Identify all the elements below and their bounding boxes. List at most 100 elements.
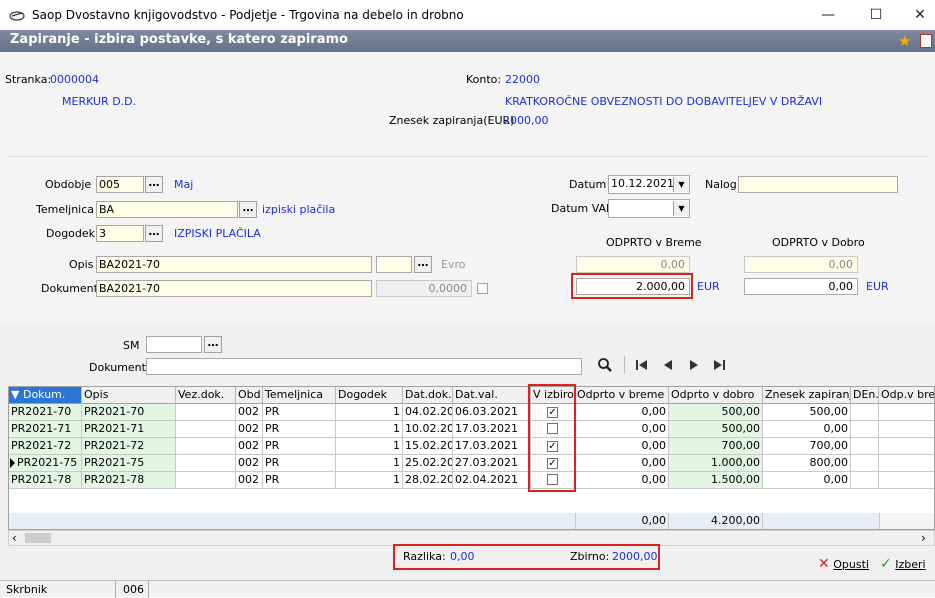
col-header-opis[interactable]: Opis [82,387,176,404]
cell-odpbre [879,455,934,472]
col-header-obd[interactable]: Obd. [236,387,263,404]
window-title: Saop Dvostavno knjigovodstvo - Podjetje … [32,8,464,22]
dobro-val-input[interactable]: 0,00 [744,256,858,273]
cell-vezdok [176,472,236,489]
col-header-odprto-breme[interactable]: Odprto v breme [575,387,669,404]
col-header-odprto-dobro[interactable]: Odprto v dobro [669,387,763,404]
cell-dokum: PR2021-75 [9,455,82,472]
dokument-input[interactable]: BA2021-70 [96,280,372,297]
title-bar: Saop Dvostavno knjigovodstvo - Podjetje … [0,0,935,30]
search-icon[interactable] [597,357,613,376]
cell-odprto-dobro: 1.000,00 [669,455,763,472]
opis-input[interactable]: BA2021-70 [96,256,372,273]
cell-odpbre [879,472,934,489]
dobro-header: ODPRTO v Dobro [772,236,865,249]
znesek-value: 2000,00 [503,114,549,127]
maximize-button[interactable]: ☐ [856,4,896,26]
cell-odprto-dobro: 700,00 [669,438,763,455]
opusti-button[interactable]: ✕ Opusti [818,556,869,574]
scroll-left-icon[interactable]: ‹ [12,531,17,545]
col-header-temeljnica[interactable]: Temeljnica [263,387,336,404]
sm-lookup-button[interactable]: … [204,336,222,353]
breme-eur-input[interactable]: 2.000,00 [576,278,690,295]
items-grid: ▼ Dokum. Opis Vez.dok. Obd. Temeljnica D… [8,386,935,530]
datum-val-input[interactable]: ▼ [608,199,690,218]
cell-odpbre [879,421,934,438]
star-icon[interactable]: ★ [898,32,911,50]
prev-record-icon[interactable] [664,360,672,373]
konto-label: Konto: [466,73,502,86]
datum-val-label: Datum VAL [551,202,613,215]
cell-obd: 002 [236,421,263,438]
eur-label-2: EUR [866,280,889,293]
col-header-odpbre[interactable]: Odp.v bre [879,387,934,404]
cell-dokum: PR2021-78 [9,472,82,489]
rate-input[interactable]: 0,0000 [376,280,472,297]
cell-znesek: 0,00 [763,421,851,438]
datum-val-dropdown-icon[interactable]: ▼ [673,201,689,216]
cell-den [851,421,879,438]
cell-datval: 02.04.2021 [453,472,531,489]
first-record-icon[interactable] [636,360,648,373]
cell-odprto-dobro: 500,00 [669,404,763,421]
breme-val-input[interactable]: 0,00 [576,256,690,273]
konto-code: 22000 [505,73,540,86]
dogodek-input[interactable]: 3 [96,225,144,242]
dogodek-lookup-button[interactable]: … [145,225,163,242]
col-header-datdok[interactable]: Dat.dok. [403,387,453,404]
izberi-button[interactable]: ✓ Izberi [880,556,926,574]
dialog-header: Zapiranje - izbira postavke, s katero za… [0,30,935,52]
datum-input[interactable]: 10.12.2021 ▼ [608,175,690,194]
cell-znesek: 700,00 [763,438,851,455]
datum-dropdown-icon[interactable]: ▼ [673,177,689,192]
currency-name: Evro [441,258,466,271]
cell-obd: 002 [236,404,263,421]
scroll-thumb[interactable] [25,533,51,543]
status-separator-2 [148,581,149,598]
currency-lookup-button[interactable]: … [414,256,432,273]
last-record-icon[interactable] [713,360,725,373]
temeljnica-lookup-button[interactable]: … [239,201,257,218]
status-separator-1 [115,581,116,598]
col-header-vezdok[interactable]: Vez.dok. [176,387,236,404]
next-record-icon[interactable] [690,360,698,373]
col-header-den[interactable]: DEn. [851,387,879,404]
cell-den [851,404,879,421]
dialog-title: Zapiranje - izbira postavke, s katero za… [10,32,348,47]
dogodek-label: Dogodek [46,227,96,240]
cell-dokum: PR2021-71 [9,421,82,438]
cell-dokum: PR2021-70 [9,404,82,421]
export-icon[interactable] [920,34,932,48]
obdobje-input[interactable]: 005 [96,176,144,193]
nalog-input[interactable] [738,176,898,193]
filter-dokument-input[interactable] [146,358,582,375]
totals-row [9,513,934,529]
cell-odprto-breme: 0,00 [575,404,669,421]
currency-input[interactable] [376,256,412,273]
temeljnica-input[interactable]: BA [96,201,238,218]
sm-input[interactable] [146,336,202,353]
minimize-button[interactable]: — [808,4,848,26]
col-header-dokum[interactable]: ▼ Dokum. [9,387,82,404]
znesek-label: Znesek zapiranja(EUR) [389,114,515,127]
cell-datval: 17.03.2021 [453,438,531,455]
datum-value: 10.12.2021 [611,177,674,190]
close-button[interactable]: ✕ [900,4,935,26]
cell-datdok: 15.02.2021 [403,438,453,455]
cell-znesek: 800,00 [763,455,851,472]
obdobje-lookup-button[interactable]: … [145,176,163,193]
col-header-dogodek[interactable]: Dogodek [336,387,403,404]
col-header-datval[interactable]: Dat.val. [453,387,531,404]
cell-odprto-breme: 0,00 [575,438,669,455]
konto-name: KRATKOROČNE OBVEZNOSTI DO DOBAVITELJEV V… [505,95,823,108]
cell-vezdok [176,438,236,455]
scroll-right-icon[interactable]: › [921,531,926,545]
cell-datval: 06.03.2021 [453,404,531,421]
rate-checkbox[interactable] [477,283,488,294]
cell-znesek: 500,00 [763,404,851,421]
status-user: Skrbnik [6,583,48,596]
col-header-dokum-label: Dokum. [22,388,66,401]
current-row-indicator-icon [10,458,15,468]
col-header-znesek[interactable]: Znesek zapiranja [763,387,851,404]
dobro-eur-input[interactable]: 0,00 [744,278,858,295]
